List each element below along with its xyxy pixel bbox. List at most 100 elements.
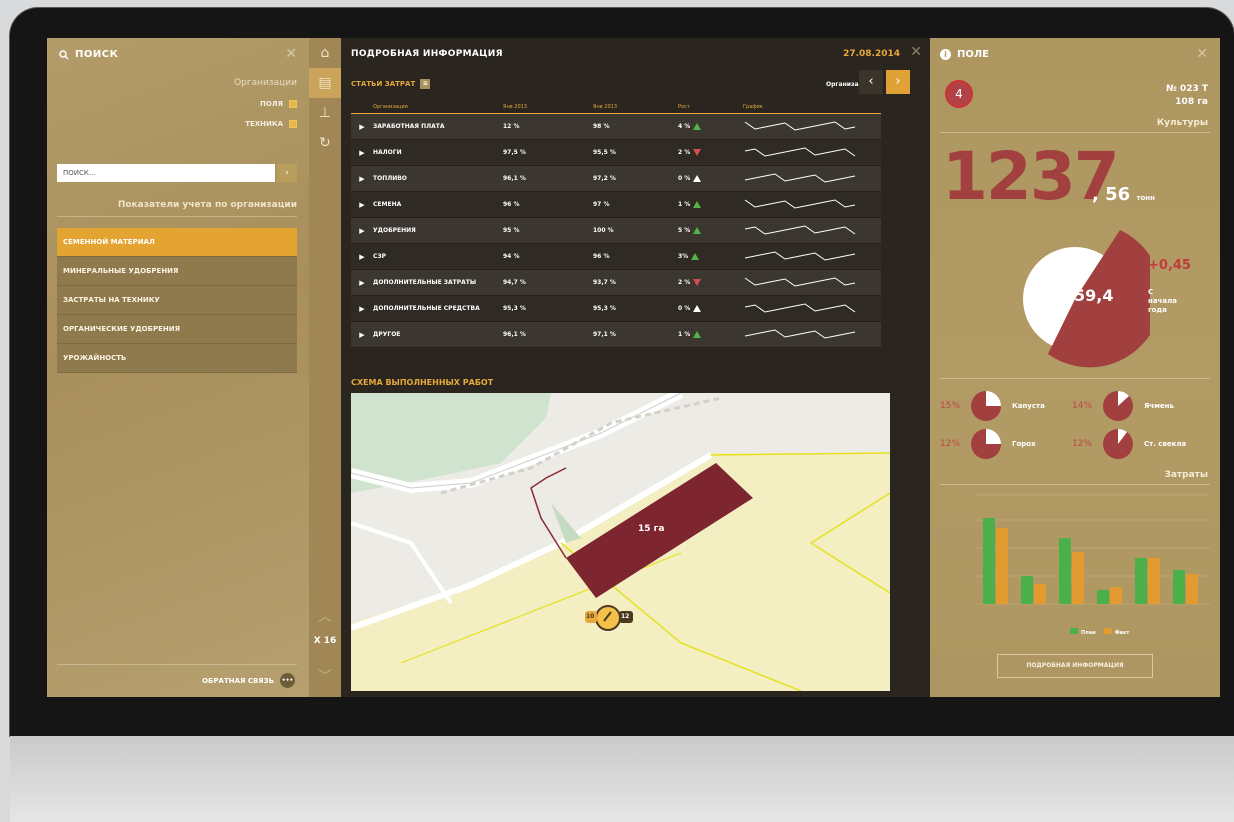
- indicator-menu: СЕМЕННОЙ МАТЕРИАЛ МИНЕРАЛЬНЫЕ УДОБРЕНИЯ …: [57, 228, 297, 373]
- row-value: 95,5 %: [593, 149, 616, 156]
- divider: [940, 378, 1210, 379]
- since-label: С начала года: [1148, 288, 1177, 314]
- table-row[interactable]: ▶ ДОПОЛНИТЕЛЬНЫЕ ЗАТРАТЫ 94,7 % 93,7 % 2 %: [351, 270, 881, 296]
- marker-count: 10: [586, 613, 595, 620]
- crop-pie: [971, 391, 1002, 421]
- page-title: ПОДРОБНАЯ ИНФОРМАЦИЯ: [351, 49, 503, 59]
- search-input[interactable]: ПОИСК...: [57, 164, 275, 182]
- expenses-title: Затраты: [1164, 470, 1208, 480]
- crop-item: 12% Ст. свекла: [1072, 428, 1186, 460]
- row-growth: 2 %: [678, 149, 743, 156]
- row-value: 94 %: [503, 253, 520, 260]
- table-row[interactable]: ▶ НАЛОГИ 97,5 % 95,5 % 2 %: [351, 140, 881, 166]
- harvest-fraction: , 56 тонн: [1092, 184, 1155, 205]
- row-growth: 3%: [678, 253, 743, 260]
- table-row[interactable]: ▶ ТОПЛИВО 96,1 % 97,2 % 0 %: [351, 166, 881, 192]
- row-value: 98 %: [593, 123, 610, 130]
- trend-down-icon: [693, 279, 702, 286]
- row-name: НАЛОГИ: [373, 149, 402, 156]
- chevron-up-icon[interactable]: ︿: [309, 606, 341, 626]
- search-go-button[interactable]: ›: [277, 164, 297, 182]
- search-panel: ПОИСК ✕ Организации ПОЛЯ ТЕХНИКА ПОИСК..…: [47, 38, 309, 697]
- menu-item[interactable]: МИНЕРАЛЬНЫЕ УДОБРЕНИЯ: [57, 257, 297, 286]
- menu-item[interactable]: ЗАСТРАТЫ НА ТЕХНИКУ: [57, 286, 297, 315]
- row-value: 97 %: [593, 201, 610, 208]
- icon-rail: ⌂ ▤ ⊥ ↻: [309, 38, 341, 697]
- filter-fields[interactable]: ПОЛЯ: [260, 100, 297, 108]
- prev-button[interactable]: ‹: [859, 70, 883, 94]
- chart-legend: План Факт: [1070, 628, 1129, 636]
- row-value: 96 %: [503, 201, 520, 208]
- table-row[interactable]: ▶ УДОБРЕНИЯ 95 % 100 % 5 %: [351, 218, 881, 244]
- field-badge: 4: [945, 80, 973, 108]
- row-value: 97,5 %: [503, 149, 526, 156]
- row-value: 100 %: [593, 227, 614, 234]
- expand-icon[interactable]: ▶: [351, 279, 373, 287]
- expand-icon[interactable]: ▶: [351, 123, 373, 131]
- row-value: 12 %: [503, 123, 520, 130]
- expand-icon[interactable]: ▶: [351, 253, 373, 261]
- row-value: 96,1 %: [503, 175, 526, 182]
- crop-pie: [971, 429, 1002, 459]
- cost-items-tab[interactable]: СТАТЬИ ЗАТРАТ ≡: [351, 79, 431, 89]
- filter-machinery[interactable]: ТЕХНИКА: [245, 120, 297, 128]
- map-icon[interactable]: ▤: [309, 68, 341, 98]
- feedback-button[interactable]: ОБРАТНАЯ СВЯЗЬ •••: [202, 673, 295, 688]
- row-name: СЗР: [373, 253, 387, 260]
- expand-icon[interactable]: ▶: [351, 149, 373, 157]
- crop-pie: [1103, 429, 1134, 459]
- sparkline: [744, 198, 856, 209]
- row-value: 95 %: [503, 227, 520, 234]
- chevron-down-icon[interactable]: ﹀: [309, 666, 341, 686]
- expand-icon[interactable]: ▶: [351, 305, 373, 313]
- row-growth: 0 %: [678, 305, 743, 312]
- menu-item[interactable]: ОРГАНИЧЕСКИЕ УДОБРЕНИЯ: [57, 315, 297, 344]
- row-value: 95,3 %: [503, 305, 526, 312]
- table-row[interactable]: ▶ ДОПОЛНИТЕЛЬНЫЕ СРЕДСТВА 95,3 % 95,3 % 0 %: [351, 296, 881, 322]
- detail-panel: ПОДРОБНАЯ ИНФОРМАЦИЯ 27.08.2014 ✕ СТАТЬИ…: [341, 38, 938, 697]
- checkbox[interactable]: [289, 120, 297, 128]
- row-value: 96 %: [593, 253, 610, 260]
- table-row[interactable]: ▶ ДРУГОЕ 96,1 % 97,1 % 1 %: [351, 322, 881, 348]
- refresh-icon[interactable]: ↻: [309, 128, 341, 158]
- crop-pie: [1103, 391, 1134, 421]
- menu-item[interactable]: УРОЖАЙНОСТЬ: [57, 344, 297, 373]
- table-row[interactable]: ▶ ЗАРАБОТНАЯ ПЛАТА 12 % 98 % 4 %: [351, 114, 881, 140]
- home-icon[interactable]: ⌂: [309, 38, 341, 68]
- search-title: ПОИСК: [75, 49, 119, 60]
- field-map[interactable]: 15 га 10 12: [351, 393, 890, 691]
- organizations-label: Организации: [234, 78, 297, 88]
- divider: [940, 484, 1210, 485]
- row-value: 96,1 %: [503, 331, 526, 338]
- checkbox[interactable]: [289, 100, 297, 108]
- row-growth: 2 %: [678, 279, 743, 286]
- close-icon[interactable]: ✕: [1196, 46, 1208, 62]
- expand-icon[interactable]: ▶: [351, 175, 373, 183]
- pie-value: 59,4: [1074, 286, 1114, 305]
- cultures-label: Культуры: [1156, 118, 1208, 128]
- row-name: ТОПЛИВО: [373, 175, 407, 182]
- trend-flat-icon: [693, 175, 702, 182]
- marker-count: 12: [621, 613, 630, 620]
- table-row[interactable]: ▶ СЕМЕНА 96 % 97 % 1 %: [351, 192, 881, 218]
- trend-up-icon: [691, 253, 700, 260]
- next-button[interactable]: ›: [886, 70, 910, 94]
- hierarchy-icon[interactable]: ⊥: [309, 98, 341, 128]
- row-growth: 5 %: [678, 227, 743, 234]
- row-name: ЗАРАБОТНАЯ ПЛАТА: [373, 123, 445, 130]
- expenses-chart: [975, 494, 1210, 605]
- close-icon[interactable]: ✕: [285, 46, 297, 62]
- sparkline: [744, 276, 856, 287]
- table-row[interactable]: ▶ СЗР 94 % 96 % 3%: [351, 244, 881, 270]
- expand-icon[interactable]: ▶: [351, 201, 373, 209]
- trend-up-icon: [693, 227, 702, 234]
- expand-icon[interactable]: ▶: [351, 227, 373, 235]
- monitor-chin: [10, 736, 1234, 822]
- sort-icon[interactable]: ≡: [420, 79, 431, 89]
- details-button[interactable]: ПОДРОБНАЯ ИНФОРМАЦИЯ: [997, 654, 1153, 678]
- close-icon[interactable]: ✕: [910, 44, 922, 60]
- trend-up-icon: [693, 331, 702, 338]
- divider: [57, 216, 297, 217]
- menu-item[interactable]: СЕМЕННОЙ МАТЕРИАЛ: [57, 228, 297, 257]
- expand-icon[interactable]: ▶: [351, 331, 373, 339]
